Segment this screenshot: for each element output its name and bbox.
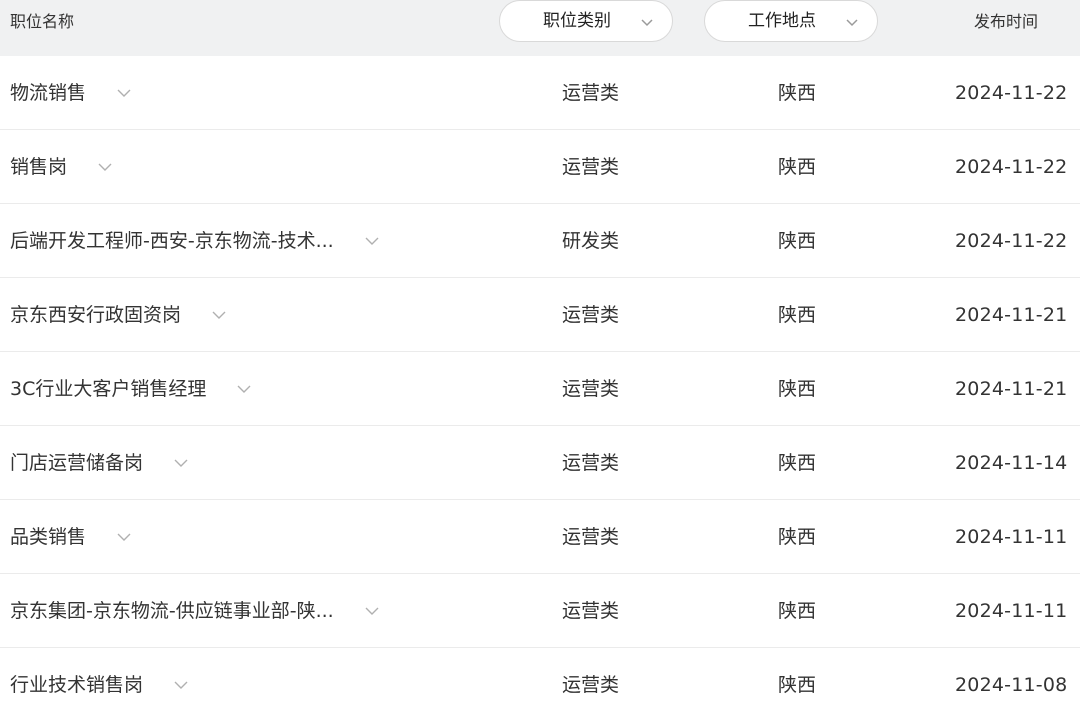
job-title: 行业技术销售岗 [10, 674, 144, 696]
chevron-down-icon[interactable] [364, 603, 380, 619]
chevron-down-icon [846, 19, 858, 27]
job-category: 运营类 [562, 378, 620, 400]
job-row[interactable]: 3C行业大客户销售经理 运营类 陕西 2024-11-21 [0, 352, 1080, 426]
job-title-cell: 后端开发工程师-西安-京东物流-技术... [10, 204, 380, 278]
job-row[interactable]: 物流销售 运营类 陕西 2024-11-22 [0, 56, 1080, 130]
job-location: 陕西 [778, 230, 817, 252]
job-title-cell: 行业技术销售岗 [10, 648, 189, 705]
chevron-down-icon [641, 19, 653, 27]
job-category: 运营类 [562, 452, 620, 474]
job-title-cell: 京东集团-京东物流-供应链事业部-陕... [10, 574, 380, 648]
job-publish-date: 2024-11-22 [955, 82, 1068, 104]
job-title: 京东西安行政固资岗 [10, 304, 182, 326]
chevron-down-icon[interactable] [97, 159, 113, 175]
category-filter-label: 职位类别 [543, 11, 611, 31]
job-category: 运营类 [562, 304, 620, 326]
chevron-down-icon[interactable] [364, 233, 380, 249]
job-location: 陕西 [778, 82, 817, 104]
job-title: 物流销售 [10, 82, 87, 104]
job-title: 京东集团-京东物流-供应链事业部-陕... [10, 600, 334, 622]
job-row[interactable]: 京东西安行政固资岗 运营类 陕西 2024-11-21 [0, 278, 1080, 352]
job-category: 研发类 [562, 230, 620, 252]
job-title: 销售岗 [10, 156, 68, 178]
job-row[interactable]: 门店运营储备岗 运营类 陕西 2024-11-14 [0, 426, 1080, 500]
job-title-cell: 物流销售 [10, 56, 132, 130]
job-title: 品类销售 [10, 526, 87, 548]
job-row[interactable]: 销售岗 运营类 陕西 2024-11-22 [0, 130, 1080, 204]
chevron-down-icon[interactable] [116, 85, 132, 101]
column-header-job-title: 职位名称 [10, 12, 75, 31]
category-filter-dropdown[interactable]: 职位类别 [499, 0, 673, 42]
job-location: 陕西 [778, 378, 817, 400]
job-row[interactable]: 后端开发工程师-西安-京东物流-技术... 研发类 陕西 2024-11-22 [0, 204, 1080, 278]
job-publish-date: 2024-11-08 [955, 674, 1068, 696]
job-title: 3C行业大客户销售经理 [10, 378, 207, 400]
job-row[interactable]: 京东集团-京东物流-供应链事业部-陕... 运营类 陕西 2024-11-11 [0, 574, 1080, 648]
chevron-down-icon[interactable] [173, 677, 189, 693]
job-title: 后端开发工程师-西安-京东物流-技术... [10, 230, 334, 252]
job-title: 门店运营储备岗 [10, 452, 144, 474]
job-publish-date: 2024-11-14 [955, 452, 1068, 474]
chevron-down-icon[interactable] [236, 381, 252, 397]
job-title-cell: 京东西安行政固资岗 [10, 278, 227, 352]
job-publish-date: 2024-11-11 [955, 526, 1068, 548]
job-row[interactable]: 品类销售 运营类 陕西 2024-11-11 [0, 500, 1080, 574]
job-category: 运营类 [562, 600, 620, 622]
chevron-down-icon[interactable] [173, 455, 189, 471]
job-location: 陕西 [778, 600, 817, 622]
job-title-cell: 3C行业大客户销售经理 [10, 352, 252, 426]
table-header: 职位名称 职位类别 工作地点 发布时间 [0, 0, 1080, 56]
job-category: 运营类 [562, 82, 620, 104]
job-location: 陕西 [778, 674, 817, 696]
job-list-page: 职位名称 职位类别 工作地点 发布时间 物流销售 运营类 陕西 2024-11-… [0, 0, 1080, 705]
job-row[interactable]: 行业技术销售岗 运营类 陕西 2024-11-08 [0, 648, 1080, 705]
job-title-cell: 品类销售 [10, 500, 132, 574]
job-location: 陕西 [778, 526, 817, 548]
chevron-down-icon[interactable] [211, 307, 227, 323]
chevron-down-icon[interactable] [116, 529, 132, 545]
job-category: 运营类 [562, 156, 620, 178]
job-location: 陕西 [778, 452, 817, 474]
job-category: 运营类 [562, 526, 620, 548]
job-publish-date: 2024-11-22 [955, 156, 1068, 178]
job-category: 运营类 [562, 674, 620, 696]
column-header-publish-date: 发布时间 [974, 12, 1039, 31]
job-title-cell: 门店运营储备岗 [10, 426, 189, 500]
location-filter-dropdown[interactable]: 工作地点 [704, 0, 878, 42]
job-publish-date: 2024-11-11 [955, 600, 1068, 622]
job-title-cell: 销售岗 [10, 130, 113, 204]
job-publish-date: 2024-11-21 [955, 304, 1068, 326]
location-filter-label: 工作地点 [748, 11, 816, 31]
job-location: 陕西 [778, 304, 817, 326]
job-publish-date: 2024-11-22 [955, 230, 1068, 252]
job-publish-date: 2024-11-21 [955, 378, 1068, 400]
job-list: 物流销售 运营类 陕西 2024-11-22 销售岗 运营类 陕西 2024-1… [0, 56, 1080, 705]
job-location: 陕西 [778, 156, 817, 178]
